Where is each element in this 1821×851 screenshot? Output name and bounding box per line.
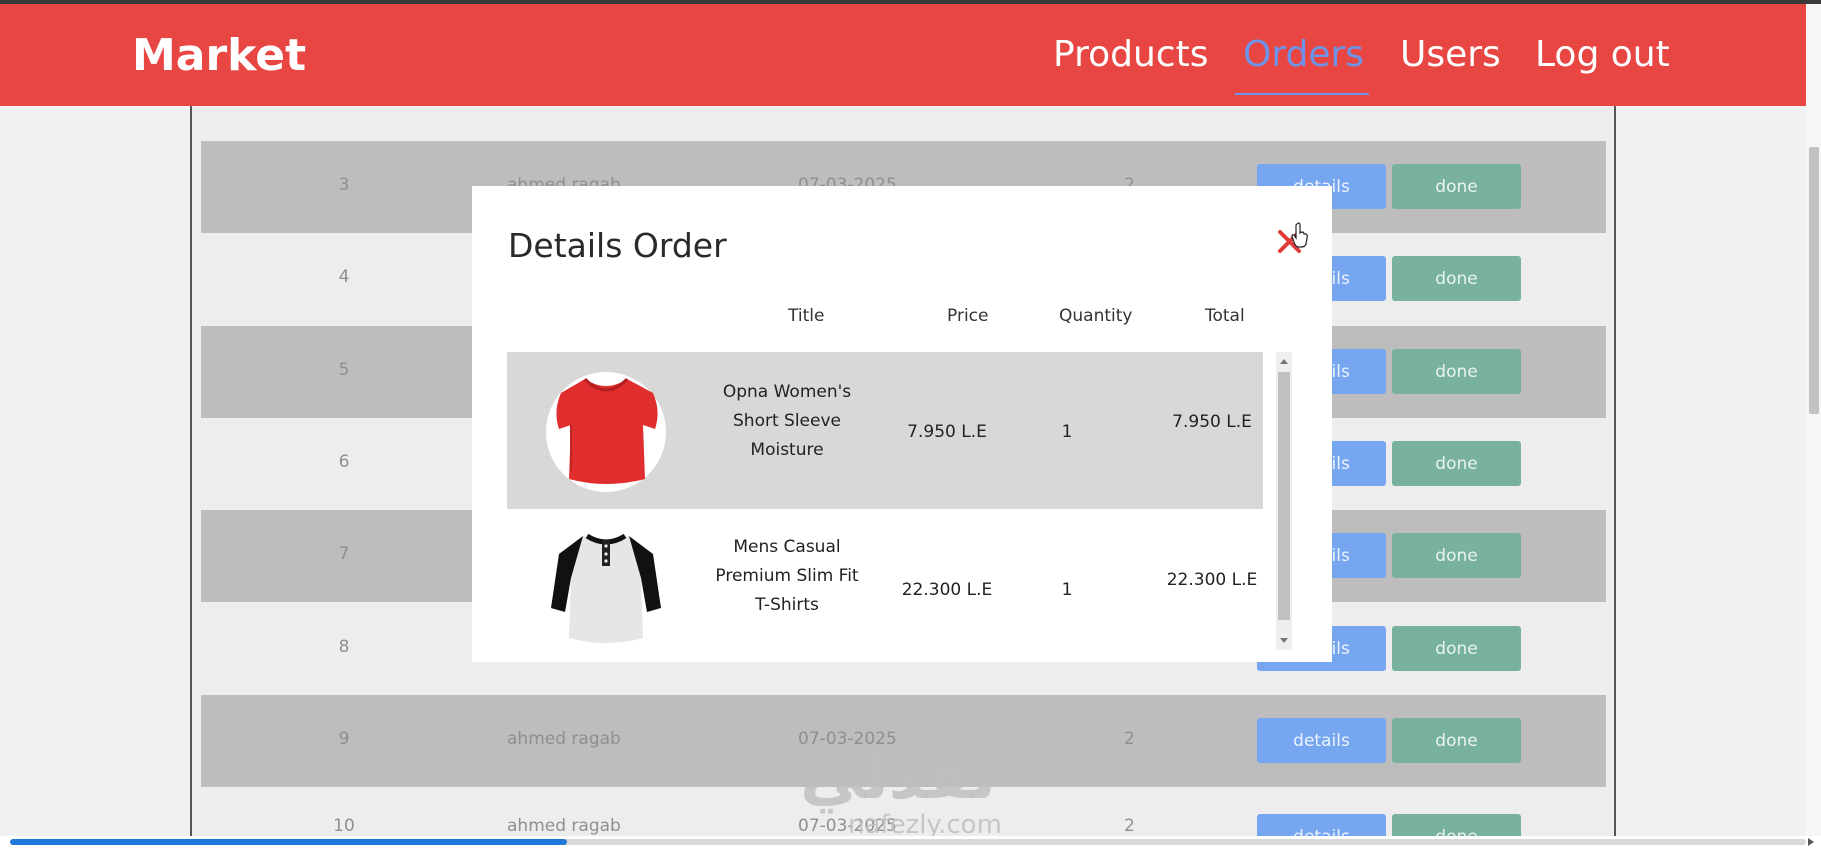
page-scrollbar-thumb[interactable]: [1809, 147, 1819, 414]
order-details-modal: Details Order Title Price Quantity Total…: [472, 186, 1332, 662]
item-quantity: 1: [1061, 422, 1073, 442]
order-customer: ahmed ragab: [507, 816, 621, 836]
done-button[interactable]: done: [1392, 814, 1521, 836]
video-progress-bar[interactable]: [10, 839, 1806, 845]
item-title: Mens Casual Premium Slim Fit T-Shirts: [702, 533, 872, 620]
order-qty: 2: [1124, 729, 1135, 749]
item-title-line: Short Sleeve: [733, 411, 841, 431]
raglan-mens-tshirt-image: [551, 533, 661, 643]
order-id: 8: [338, 637, 350, 657]
items-scrollbar[interactable]: [1276, 352, 1292, 650]
items-scrollbar-thumb[interactable]: [1278, 372, 1290, 620]
order-item-row: Opna Women's Short Sleeve Moisture 7.950…: [507, 352, 1263, 509]
order-id: 6: [338, 452, 350, 472]
watermark: نفذلي nafezly.com: [800, 740, 1002, 840]
done-button[interactable]: done: [1392, 349, 1521, 394]
red-womens-tshirt-image: [546, 372, 666, 492]
item-total: 22.300 L.E: [1166, 570, 1258, 590]
video-progress-area: [0, 836, 1821, 851]
done-button[interactable]: done: [1392, 626, 1521, 671]
item-title-line: Opna Women's: [722, 382, 852, 402]
column-header-price: Price: [947, 306, 989, 326]
column-header-quantity: Quantity: [1059, 306, 1133, 326]
navbar: Market Products Orders Users Log out: [0, 4, 1806, 106]
done-button[interactable]: done: [1392, 164, 1521, 209]
hand-cursor-icon: [1291, 222, 1308, 248]
page-scrollbar[interactable]: [1806, 4, 1821, 840]
scroll-down-arrow-icon[interactable]: [1280, 638, 1288, 643]
item-title: Opna Women's Short Sleeve Moisture: [702, 378, 872, 465]
modal-title: Details Order: [508, 226, 727, 265]
nav-logout[interactable]: Log out: [1535, 34, 1670, 75]
item-total: 7.950 L.E: [1172, 412, 1252, 432]
item-title-line: Premium Slim Fit: [715, 566, 859, 586]
brand-logo[interactable]: Market: [132, 30, 306, 81]
done-button[interactable]: done: [1392, 256, 1521, 301]
item-price: 7.950 L.E: [907, 422, 987, 442]
order-id: 7: [338, 544, 350, 564]
scroll-up-arrow-icon[interactable]: [1280, 359, 1288, 364]
nav-orders[interactable]: Orders: [1243, 34, 1364, 75]
scroll-right-arrow-icon[interactable]: [1808, 838, 1814, 846]
order-id: 10: [333, 816, 355, 836]
nav-active-underline: [1235, 93, 1369, 95]
done-button[interactable]: done: [1392, 441, 1521, 486]
details-button[interactable]: details: [1257, 814, 1386, 836]
item-title-line: T-Shirts: [755, 595, 819, 615]
order-items-list[interactable]: Opna Women's Short Sleeve Moisture 7.950…: [507, 352, 1291, 662]
nav-users[interactable]: Users: [1400, 34, 1501, 75]
video-progress-fill: [10, 839, 567, 845]
order-qty: 2: [1124, 816, 1135, 836]
item-title-line: Moisture: [750, 440, 824, 460]
watermark-logo-text: نفذلي: [800, 740, 996, 814]
order-customer: ahmed ragab: [507, 729, 621, 749]
item-title-line: Mens Casual: [733, 537, 841, 557]
details-button[interactable]: details: [1257, 718, 1386, 763]
order-item-row: Mens Casual Premium Slim Fit T-Shirts 22…: [507, 509, 1263, 662]
item-price: 22.300 L.E: [901, 580, 993, 600]
item-quantity: 1: [1061, 580, 1073, 600]
column-header-total: Total: [1205, 306, 1245, 326]
order-id: 9: [338, 729, 350, 749]
order-id: 3: [338, 175, 350, 195]
order-id: 4: [338, 267, 350, 287]
column-header-title: Title: [788, 306, 825, 326]
done-button[interactable]: done: [1392, 718, 1521, 763]
order-id: 5: [338, 360, 350, 380]
done-button[interactable]: done: [1392, 533, 1521, 578]
nav-products[interactable]: Products: [1053, 34, 1208, 75]
